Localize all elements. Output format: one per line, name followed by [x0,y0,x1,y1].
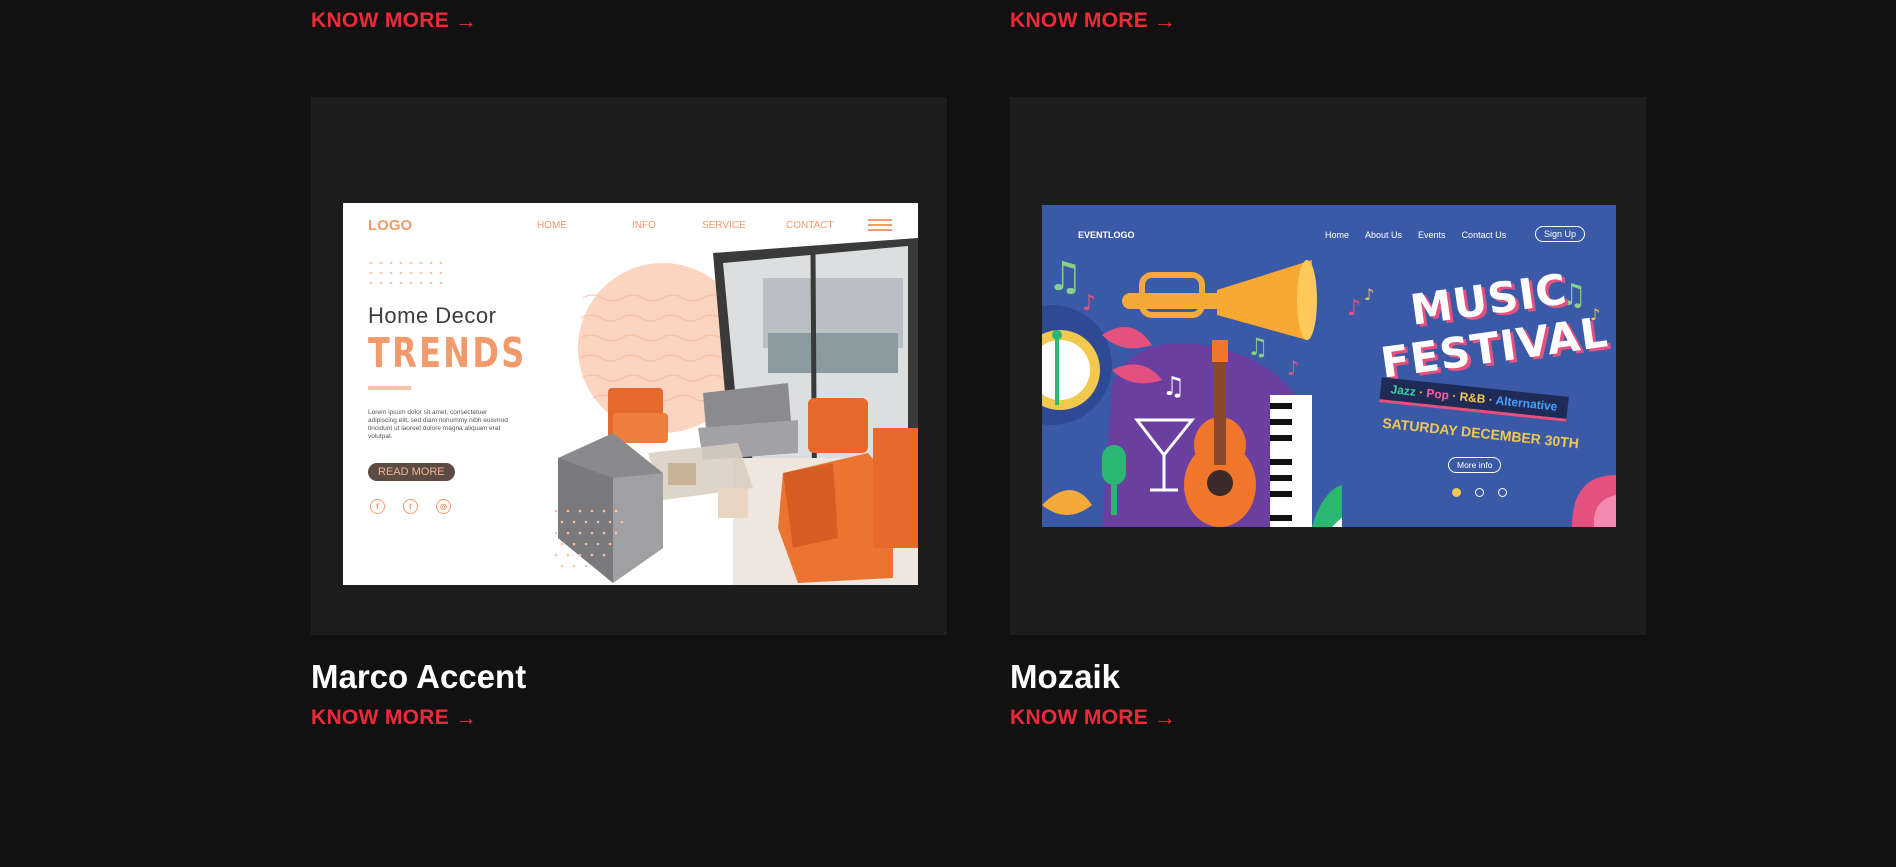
svg-text:♪: ♪ [1082,291,1096,316]
project-preview-image: ♫ ♪ ♫ ♫ ♪ ♪ ♪ ♫ ♪ EVENTLOGO Home About U… [1042,205,1616,527]
preview-divider [368,386,411,390]
dot-pattern-decoration [369,261,443,285]
know-more-label: KNOW MORE [311,9,450,32]
carousel-dot [1498,488,1507,497]
know-more-label: KNOW MORE [1010,9,1149,32]
arrow-right-icon: → [455,705,478,730]
hamburger-menu-icon [868,219,892,234]
preview-nav: HOME INFO SERVICE CONTACT [537,220,856,231]
preview-event-date: SATURDAY DECEMBER 30TH [1381,414,1580,452]
preview-heading: Home Decor [368,303,497,328]
preview-signup-button: Sign Up [1535,226,1586,242]
preview-read-more-button: READ MORE [368,463,455,481]
preview-nav-item: Events [1418,230,1446,240]
svg-text:♫: ♫ [1162,372,1185,402]
preview-nav-item: CONTACT [786,220,834,231]
know-more-label: KNOW MORE [1010,706,1149,729]
know-more-link[interactable]: KNOW MORE → [1010,9,1176,33]
preview-carousel-dots [1452,488,1507,497]
preview-subheading: TRENDS [368,329,527,377]
preview-genres: Jazz · Pop · R&B · Alternative [1379,377,1569,422]
know-more-link[interactable]: KNOW MORE → [311,706,477,730]
preview-nav-item: About Us [1365,230,1403,240]
music-instruments-illustration: ♫ ♪ ♫ ♫ ♪ [1042,254,1342,527]
genre-label: Pop [1425,386,1450,403]
carousel-dot [1475,488,1484,497]
project-card-mozaik[interactable]: ♫ ♪ ♫ ♫ ♪ ♪ ♪ ♫ ♪ EVENTLOGO Home About U… [1010,97,1646,635]
project-preview-image: LOGO HOME INFO SERVICE CONTACT Home Deco… [343,203,918,585]
svg-text:♫: ♫ [1247,333,1269,361]
project-title: Marco Accent [311,658,527,695]
preview-more-info-button: More info [1448,457,1502,473]
leaf-decoration [1572,475,1616,527]
dot-pattern-decoration [554,509,624,568]
genre-label: R&B [1458,389,1487,407]
svg-text:♫: ♫ [1047,254,1083,300]
genre-label: Jazz [1389,382,1417,399]
preview-logo: EVENTLOGO [1078,230,1135,240]
know-more-label: KNOW MORE [311,706,450,729]
know-more-link[interactable]: KNOW MORE → [311,9,477,33]
preview-nav-item: Contact Us [1461,230,1507,240]
preview-nav-item: Home [1325,230,1350,240]
svg-text:♪: ♪ [1364,285,1374,304]
arrow-right-icon: → [455,8,478,33]
facebook-icon: f [370,499,385,514]
preview-nav-item: INFO [632,220,656,231]
svg-text:♪: ♪ [1287,356,1300,380]
project-title: Mozaik [1010,658,1121,695]
arrow-right-icon: → [1154,705,1177,730]
genre-label: Alternative [1494,393,1559,414]
carousel-dot [1452,488,1461,497]
instagram-icon: ◎ [436,499,451,514]
know-more-link[interactable]: KNOW MORE → [1010,706,1176,730]
preview-nav-item: SERVICE [702,220,746,231]
preview-logo: LOGO [368,217,413,234]
project-card-marco-accent[interactable]: LOGO HOME INFO SERVICE CONTACT Home Deco… [311,97,947,635]
preview-nav-item: HOME [537,220,567,231]
svg-text:♪: ♪ [1347,296,1361,321]
preview-social-icons: f t ◎ [370,499,451,514]
arrow-right-icon: → [1154,8,1177,33]
twitter-icon: t [403,499,418,514]
preview-nav: Home About Us Events Contact Us [1325,230,1506,240]
preview-paragraph: Lorem ipsum dolor sit amet, consectetuer… [368,409,508,440]
